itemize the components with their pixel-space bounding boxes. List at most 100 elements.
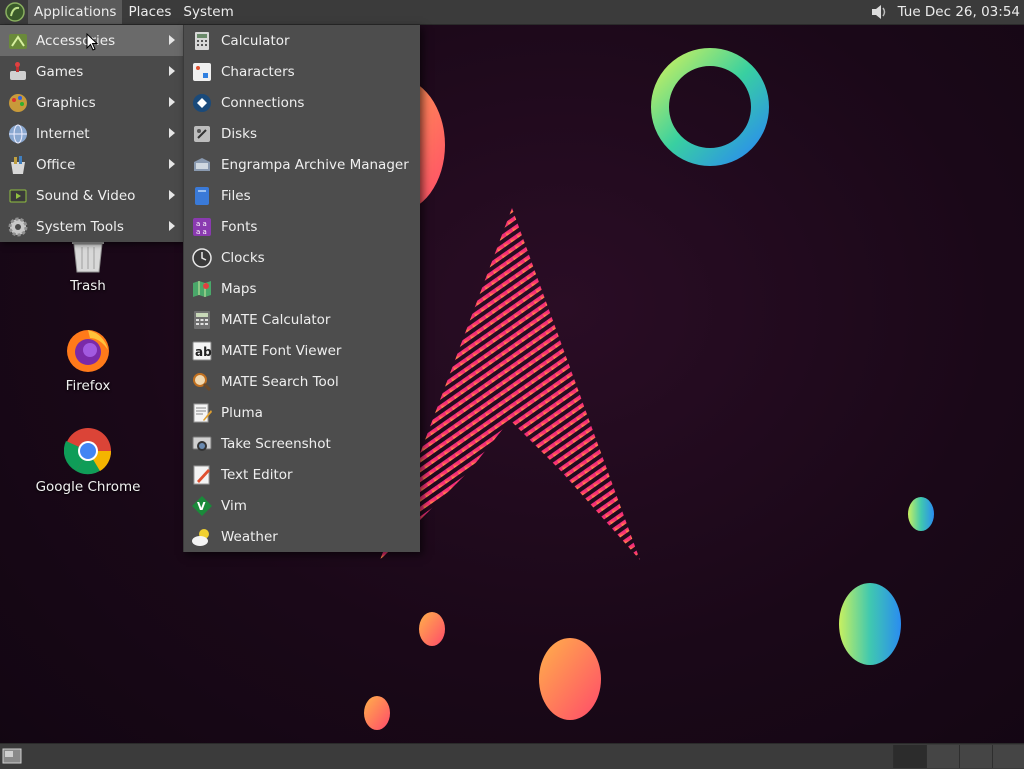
svg-text:V: V	[197, 500, 206, 513]
menu-item-label: Maps	[221, 280, 257, 297]
menu-item-vim[interactable]: V Vim	[184, 490, 420, 521]
menu-item-label: Characters	[221, 63, 295, 80]
submenu-arrow-icon	[169, 159, 175, 169]
font-viewer-icon: ab	[192, 341, 212, 360]
firefox-icon	[67, 330, 109, 372]
menu-item-mate-font-viewer[interactable]: ab MATE Font Viewer	[184, 335, 420, 366]
menu-item-label: Accessories	[36, 32, 116, 49]
files-icon	[195, 186, 209, 205]
menu-item-label: Vim	[221, 497, 247, 514]
pluma-icon	[193, 403, 212, 422]
menu-item-fonts[interactable]: a aa a Fonts	[184, 211, 420, 242]
mouse-cursor-icon	[86, 33, 98, 51]
submenu-arrow-icon	[169, 221, 175, 231]
trash-icon	[72, 238, 104, 273]
characters-icon	[193, 62, 211, 81]
menu-item-disks[interactable]: Disks	[184, 118, 420, 149]
menu-item-connections[interactable]: Connections	[184, 87, 420, 118]
archive-icon	[194, 157, 210, 171]
submenu-arrow-icon	[169, 128, 175, 138]
menu-item-label: Office	[36, 156, 76, 173]
menu-item-take-screenshot[interactable]: Take Screenshot	[184, 428, 420, 459]
menu-item-label: Games	[36, 63, 84, 80]
submenu-arrow-icon	[169, 97, 175, 107]
menu-item-internet[interactable]: Internet	[0, 118, 183, 149]
applications-menu[interactable]: Applications	[28, 0, 123, 24]
svg-text:a a: a a	[196, 220, 207, 228]
svg-text:a a: a a	[196, 228, 207, 236]
accessories-submenu: Calculator Characters Connections Disks …	[183, 25, 420, 552]
menu-item-weather[interactable]: Weather	[184, 521, 420, 552]
desktop-icon-label: Trash	[70, 278, 106, 294]
menu-item-clocks[interactable]: Clocks	[184, 242, 420, 273]
office-icon	[11, 155, 25, 174]
sound-video-icon	[9, 189, 27, 202]
places-menu[interactable]: Places	[122, 0, 177, 24]
menu-item-label: Take Screenshot	[221, 435, 331, 452]
desktop-icon-label: Firefox	[65, 378, 111, 394]
games-icon	[10, 61, 26, 80]
menu-item-label: Weather	[221, 528, 278, 545]
menu-item-label: System Tools	[36, 218, 124, 235]
orange-ball-small	[419, 612, 445, 646]
mate-logo-icon[interactable]	[4, 1, 26, 23]
vim-icon: V	[192, 495, 212, 516]
menu-item-label: Disks	[221, 125, 258, 142]
orange-ball-tiny	[364, 696, 390, 730]
applications-menu-popup: Accessories Games Graphics Internet Offi…	[0, 25, 183, 242]
menu-item-label: Graphics	[36, 94, 96, 111]
desktop-icon-trash[interactable]: Trash	[28, 238, 148, 294]
menu-item-system-tools[interactable]: System Tools	[0, 211, 183, 242]
top-panel: Applications Places System Tue Dec 26, 0…	[0, 0, 1024, 25]
workspace-4[interactable]	[992, 745, 1024, 768]
submenu-arrow-icon	[169, 190, 175, 200]
menu-item-mate-calculator[interactable]: MATE Calculator	[184, 304, 420, 335]
menu-item-characters[interactable]: Characters	[184, 56, 420, 87]
system-menu[interactable]: System	[177, 0, 239, 24]
menu-item-label: MATE Search Tool	[221, 373, 339, 390]
clock[interactable]: Tue Dec 26, 03:54	[892, 4, 1024, 20]
internet-icon	[9, 124, 27, 143]
bottom-panel	[0, 743, 1024, 769]
fonts-icon: a aa a	[193, 217, 211, 236]
disks-icon	[194, 125, 210, 142]
blue-ball-large	[839, 583, 901, 665]
menu-item-label: Calculator	[221, 32, 290, 49]
menu-item-graphics[interactable]: Graphics	[0, 87, 183, 118]
screenshot-icon	[192, 436, 212, 451]
submenu-arrow-icon	[169, 35, 175, 45]
workspace-1[interactable]	[893, 745, 926, 768]
menu-item-games[interactable]: Games	[0, 56, 183, 87]
menu-item-mate-search-tool[interactable]: MATE Search Tool	[184, 366, 420, 397]
ring-shape	[651, 48, 769, 166]
menu-item-sound-video[interactable]: Sound & Video	[0, 180, 183, 211]
connections-icon	[193, 93, 211, 112]
menu-item-office[interactable]: Office	[0, 149, 183, 180]
menu-item-engrampa[interactable]: Engrampa Archive Manager	[184, 149, 420, 180]
menu-item-pluma[interactable]: Pluma	[184, 397, 420, 428]
desktop-icon-label: Google Chrome	[35, 479, 141, 495]
orange-ball-large	[539, 638, 601, 720]
desktop-icon-firefox[interactable]: Firefox	[28, 326, 148, 394]
svg-text:ab: ab	[195, 345, 212, 359]
desktop-icon-chrome[interactable]: Google Chrome	[28, 427, 148, 495]
menu-item-calculator[interactable]: Calculator	[184, 25, 420, 56]
menu-item-label: Internet	[36, 125, 90, 142]
menu-item-text-editor[interactable]: Text Editor	[184, 459, 420, 490]
system-tools-icon	[8, 217, 28, 236]
volume-icon[interactable]	[868, 1, 890, 23]
menu-item-label: Files	[221, 187, 251, 204]
menu-item-label: Fonts	[221, 218, 258, 235]
maps-icon	[193, 280, 211, 297]
menu-item-label: Text Editor	[221, 466, 293, 483]
menu-item-maps[interactable]: Maps	[184, 273, 420, 304]
menu-item-label: Pluma	[221, 404, 263, 421]
show-desktop-icon[interactable]	[2, 747, 22, 765]
accessories-icon	[9, 33, 27, 49]
workspace-3[interactable]	[959, 745, 992, 768]
chrome-icon	[64, 428, 112, 475]
weather-icon	[192, 528, 209, 546]
workspace-2[interactable]	[926, 745, 959, 768]
menu-item-label: MATE Calculator	[221, 311, 331, 328]
menu-item-files[interactable]: Files	[184, 180, 420, 211]
